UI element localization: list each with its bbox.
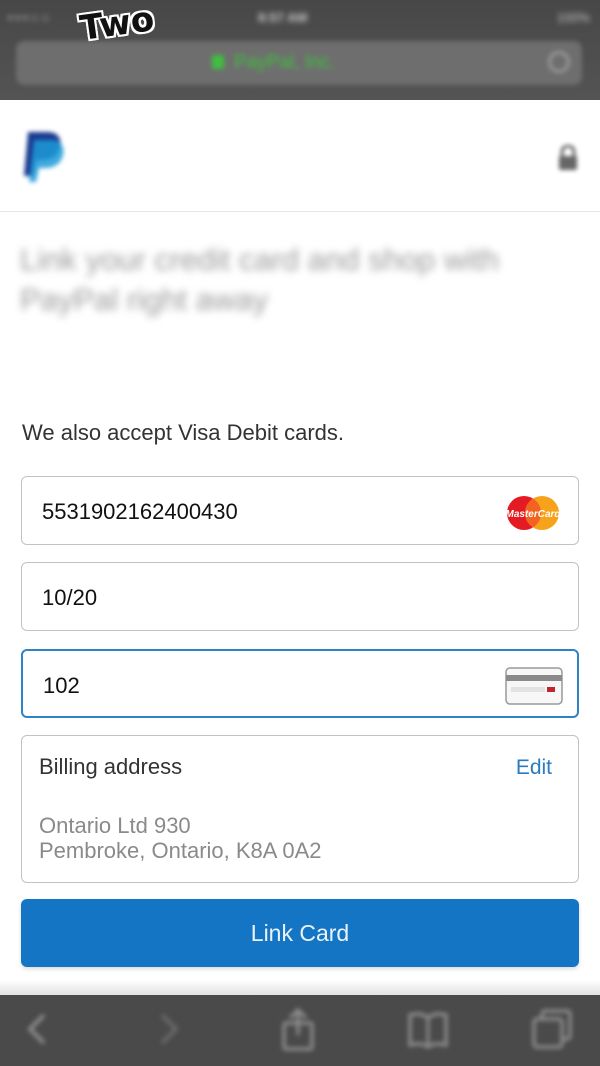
lock-icon	[559, 145, 577, 170]
reload-icon[interactable]	[548, 51, 570, 73]
address-bar[interactable]: PayPal, Inc.	[16, 41, 582, 85]
expiry-date-field[interactable]: 10/20	[21, 562, 579, 631]
page-header	[0, 100, 600, 212]
page-headline: Link your credit card and shop with PayP…	[20, 242, 500, 317]
signal-indicator: •••○○	[8, 10, 53, 25]
billing-address-box: Billing address Edit Ontario Ltd 930 Pem…	[21, 735, 579, 883]
card-number-value: 5531902162400430	[42, 499, 238, 524]
security-code-value: 102	[43, 673, 80, 698]
share-icon[interactable]	[276, 1007, 320, 1051]
billing-address-line1: Ontario Ltd 930	[39, 813, 191, 838]
card-number-field[interactable]: 5531902162400430 MasterCard	[21, 476, 579, 545]
bookmarks-icon[interactable]	[406, 1007, 450, 1051]
edit-billing-link[interactable]: Edit	[516, 756, 552, 780]
browser-toolbar	[0, 995, 600, 1066]
back-icon[interactable]	[16, 1007, 60, 1051]
billing-address-title: Billing address	[39, 754, 183, 779]
tabs-icon[interactable]	[530, 1007, 574, 1051]
mastercard-icon-text: MasterCard	[505, 509, 561, 520]
card-back-cvv-icon	[505, 667, 563, 705]
battery-indicator: 100%	[556, 10, 590, 25]
mastercard-icon: MasterCard	[505, 496, 561, 530]
security-code-field[interactable]: 102	[21, 649, 579, 718]
paypal-logo	[24, 132, 64, 182]
status-time: 8:57 AM	[258, 10, 308, 25]
billing-address-line2: Pembroke, Ontario, K8A 0A2	[39, 838, 322, 863]
forward-icon[interactable]	[146, 1007, 190, 1051]
secure-lock-icon	[212, 55, 224, 69]
link-card-button[interactable]: Link Card	[21, 899, 579, 967]
address-bar-site: PayPal, Inc.	[234, 52, 336, 73]
accepted-cards-note: We also accept Visa Debit cards.	[22, 420, 345, 445]
expiry-date-value: 10/20	[42, 585, 98, 610]
